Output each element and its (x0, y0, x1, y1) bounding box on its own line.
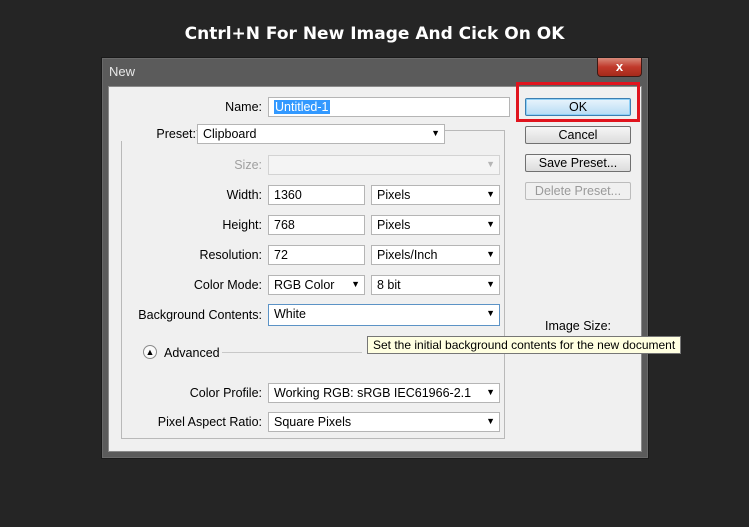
resolution-value: 72 (274, 248, 288, 262)
pixel-aspect-ratio-label: Pixel Aspect Ratio: (157, 415, 262, 429)
height-unit-select[interactable]: Pixels ▼ (371, 215, 500, 235)
resolution-label: Resolution: (199, 248, 262, 262)
name-value: Untitled-1 (274, 100, 330, 114)
pixel-aspect-ratio-value: Square Pixels (274, 415, 352, 429)
close-icon: x (615, 59, 624, 74)
chevron-down-icon: ▼ (351, 279, 360, 289)
preset-label: Preset: (119, 127, 196, 141)
chevron-down-icon: ▼ (486, 189, 495, 199)
width-value: 1360 (274, 188, 302, 202)
background-contents-value: White (274, 307, 306, 321)
color-profile-select[interactable]: Working RGB: sRGB IEC61966-2.1 ▼ (268, 383, 500, 403)
color-mode-label: Color Mode: (193, 278, 262, 292)
name-label: Name: (225, 100, 262, 114)
dialog-title: New (109, 64, 136, 79)
chevron-down-icon: ▼ (486, 159, 495, 169)
height-value: 768 (274, 218, 295, 232)
save-preset-button[interactable]: Save Preset... (525, 154, 631, 172)
color-mode-value: RGB Color (274, 278, 335, 292)
chevron-down-icon: ▼ (486, 219, 495, 229)
background-contents-label: Background Contents: (138, 308, 262, 322)
image-size-label: Image Size: (545, 319, 612, 333)
ok-button[interactable]: OK (525, 98, 631, 116)
size-select[interactable]: ▼ (268, 155, 500, 175)
advanced-label[interactable]: Advanced (164, 346, 220, 360)
preset-value: Clipboard (203, 127, 257, 141)
color-mode-select[interactable]: RGB Color ▼ (268, 275, 365, 295)
background-contents-tooltip: Set the initial background contents for … (367, 336, 682, 354)
chevron-down-icon: ▼ (431, 128, 440, 138)
color-profile-value: Working RGB: sRGB IEC61966-2.1 (274, 386, 472, 400)
height-unit-value: Pixels (377, 218, 411, 232)
width-input[interactable]: 1360 (268, 185, 365, 205)
color-profile-label: Color Profile: (189, 386, 262, 400)
background-contents-select[interactable]: White ▼ (268, 304, 500, 326)
width-label: Width: (226, 188, 262, 202)
width-unit-select[interactable]: Pixels ▼ (371, 185, 500, 205)
new-document-dialog: New x Name: Untitled-1 Preset: Clipboard… (101, 57, 682, 459)
advanced-divider (222, 352, 362, 353)
resolution-input[interactable]: 72 (268, 245, 365, 265)
size-label: Size: (234, 158, 262, 172)
preset-select[interactable]: Clipboard ▼ (197, 124, 445, 144)
chevron-down-icon: ▼ (486, 249, 495, 259)
chevron-down-icon: ▼ (486, 308, 495, 318)
chevron-down-icon: ▼ (486, 279, 495, 289)
name-input[interactable]: Untitled-1 (268, 97, 510, 117)
height-label: Height: (222, 218, 262, 232)
cancel-button[interactable]: Cancel (525, 126, 631, 144)
tutorial-caption: Cntrl+N For New Image And Cick On OK (184, 24, 565, 44)
expand-up-icon[interactable]: ▲ (143, 345, 157, 359)
height-input[interactable]: 768 (268, 215, 365, 235)
width-unit-value: Pixels (377, 188, 411, 202)
resolution-unit-value: Pixels/Inch (377, 248, 438, 262)
chevron-down-icon: ▼ (486, 387, 495, 397)
resolution-unit-select[interactable]: Pixels/Inch ▼ (371, 245, 500, 265)
pixel-aspect-ratio-select[interactable]: Square Pixels ▼ (268, 412, 500, 432)
chevron-down-icon: ▼ (486, 416, 495, 426)
bit-depth-value: 8 bit (377, 278, 401, 292)
bit-depth-select[interactable]: 8 bit ▼ (371, 275, 500, 295)
dialog-body: Name: Untitled-1 Preset: Clipboard ▼ Siz… (108, 82, 682, 452)
close-button[interactable]: x (597, 58, 642, 77)
delete-preset-button[interactable]: Delete Preset... (525, 182, 631, 200)
